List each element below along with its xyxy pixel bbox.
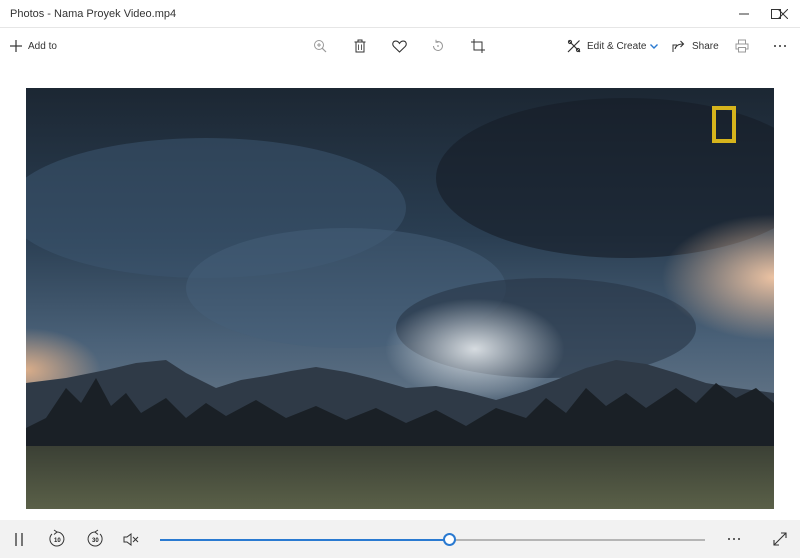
chevron-down-icon bbox=[650, 43, 659, 49]
rotate-icon bbox=[431, 39, 445, 53]
pause-button[interactable] bbox=[11, 520, 27, 558]
video-image bbox=[26, 88, 774, 509]
minimize-button[interactable] bbox=[727, 0, 761, 28]
rewind-icon: 10 bbox=[47, 529, 67, 549]
forward-button[interactable]: 30 bbox=[84, 520, 106, 558]
add-icon bbox=[10, 40, 22, 52]
print-button[interactable] bbox=[735, 28, 749, 64]
pause-icon bbox=[15, 532, 23, 546]
zoom-icon bbox=[313, 39, 327, 53]
add-to-button[interactable]: Add to bbox=[10, 28, 57, 64]
title-bar: Photos - Nama Proyek Video.mp4 bbox=[0, 0, 800, 28]
rewind-button[interactable]: 10 bbox=[46, 520, 68, 558]
forward-seconds: 30 bbox=[92, 538, 99, 544]
more-icon bbox=[728, 538, 740, 540]
edit-create-button[interactable]: Edit & Create bbox=[567, 28, 659, 64]
toolbar: Add to Edit & Create Share bbox=[0, 28, 800, 64]
seek-progress bbox=[160, 539, 449, 541]
logo bbox=[712, 106, 736, 143]
edit-icon bbox=[567, 39, 581, 53]
edit-create-label: Edit & Create bbox=[587, 40, 647, 52]
add-to-label: Add to bbox=[28, 40, 57, 52]
share-label: Share bbox=[692, 40, 719, 52]
print-icon bbox=[735, 39, 749, 53]
delete-icon bbox=[353, 39, 367, 53]
playback-controls: 10 30 bbox=[0, 520, 800, 558]
fullscreen-icon bbox=[773, 532, 787, 546]
delete-button[interactable] bbox=[353, 28, 367, 64]
fullscreen-button[interactable] bbox=[771, 520, 789, 558]
seek-bar[interactable] bbox=[160, 533, 705, 546]
minimize-icon bbox=[739, 13, 749, 15]
mute-icon bbox=[123, 532, 139, 546]
video-frame[interactable] bbox=[26, 88, 774, 509]
forward-icon: 30 bbox=[85, 529, 105, 549]
mute-button[interactable] bbox=[121, 520, 141, 558]
more-options-button[interactable] bbox=[773, 28, 787, 64]
favorite-button[interactable] bbox=[392, 28, 407, 64]
more-icon bbox=[773, 44, 787, 48]
seek-thumb[interactable] bbox=[442, 533, 456, 546]
crop-icon bbox=[471, 39, 485, 53]
rewind-seconds: 10 bbox=[54, 538, 61, 544]
crop-button[interactable] bbox=[471, 28, 485, 64]
close-button[interactable] bbox=[766, 0, 800, 28]
rotate-button[interactable] bbox=[431, 28, 445, 64]
close-icon bbox=[778, 9, 788, 19]
heart-icon bbox=[392, 40, 407, 53]
window-title: Photos - Nama Proyek Video.mp4 bbox=[10, 8, 177, 20]
zoom-button[interactable] bbox=[313, 28, 327, 64]
share-icon bbox=[672, 40, 686, 53]
player-more-button[interactable] bbox=[724, 520, 744, 558]
share-button[interactable]: Share bbox=[672, 28, 719, 64]
